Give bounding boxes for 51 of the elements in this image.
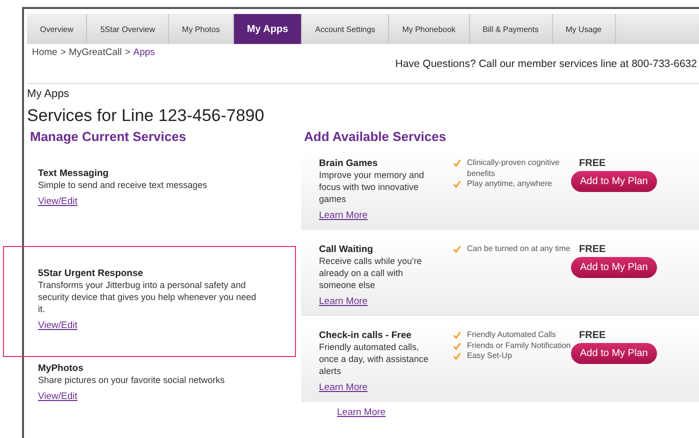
nav-tab[interactable]: Account Settings [302,14,390,44]
breadcrumb-link[interactable]: Apps [133,47,155,58]
add-to-plan-button[interactable]: Add to My Plan [571,257,657,278]
service-name: MyPhotos [38,363,84,374]
view-edit-link[interactable]: View/Edit [38,391,78,402]
service-name: Call Waiting [319,244,374,255]
service-name: Brain Games [319,158,379,169]
service-description: Simple to send and receive text messages [38,179,208,191]
feature-text: Can be turned on at any time [467,244,570,254]
breadcrumb-link[interactable]: MyGreatCall [68,47,122,58]
add-to-plan-button[interactable]: Add to My Plan [571,171,657,192]
view-edit-link[interactable]: View/Edit [38,320,78,331]
add-to-plan-button[interactable]: Add to My Plan [571,343,657,364]
feature-text: Friendly Automated Calls [467,330,556,340]
feature-text: Easy Set-Up [467,351,512,362]
nav-tab[interactable]: My Apps [234,14,302,44]
service-name: Text Messaging [38,168,110,179]
service-description: Improve your memory and focus with two innovative games [319,169,426,205]
service-name: 5Star Urgent Response [38,268,144,279]
breadcrumb-separator: > [60,47,66,58]
service-description: Transforms your Jitterbug into a personal safety and security device that gives you help whenever you need it. [38,279,258,315]
learn-more-link[interactable]: Learn More [319,296,368,307]
help-text: Have Questions? Call our member services line at 800-733-6632 [395,58,697,70]
learn-more-link[interactable]: Learn More [319,382,368,393]
service-name: Check-in calls - Free [319,330,412,341]
view-edit-link[interactable]: View/Edit [38,196,78,207]
service-description: Receive calls while you're already on a call with someone else [319,255,423,291]
checkmark-icon [453,159,461,167]
nav-tab[interactable]: My Phonebook [389,14,470,44]
price-label: FREE [579,158,606,169]
price-label: FREE [579,330,606,341]
nav-tab[interactable]: Bill & Payments [470,14,553,44]
feature-text: Friends or Family Notification [467,340,571,351]
feature-text: Play anytime, anywhere [467,179,552,190]
page-title: My Apps [27,88,70,100]
nav-tab[interactable]: 5Star Overview [87,14,170,44]
breadcrumb-link[interactable]: Home [32,47,58,58]
section-heading: Add Available Services [304,129,448,144]
breadcrumb-separator: > [124,47,130,58]
section-heading: Manage Current Services [30,129,188,144]
service-description: Friendly automated calls, once a day, with assistance alerts [319,341,430,377]
feature-text: Clinically-proven cognitive benefits [467,158,560,179]
checkmark-icon [453,180,461,188]
checkmark-icon [453,245,461,253]
learn-more-link[interactable]: Learn More [319,210,368,221]
nav-tab[interactable]: My Usage [552,14,616,44]
service-description: Share pictures on your favorite social networks [38,374,226,386]
nav-tab[interactable]: Overview [27,14,88,44]
learn-more-link[interactable]: Learn More [337,407,386,418]
line-title: Services for Line 123-456-7890 [27,106,266,126]
price-label: FREE [579,244,606,255]
